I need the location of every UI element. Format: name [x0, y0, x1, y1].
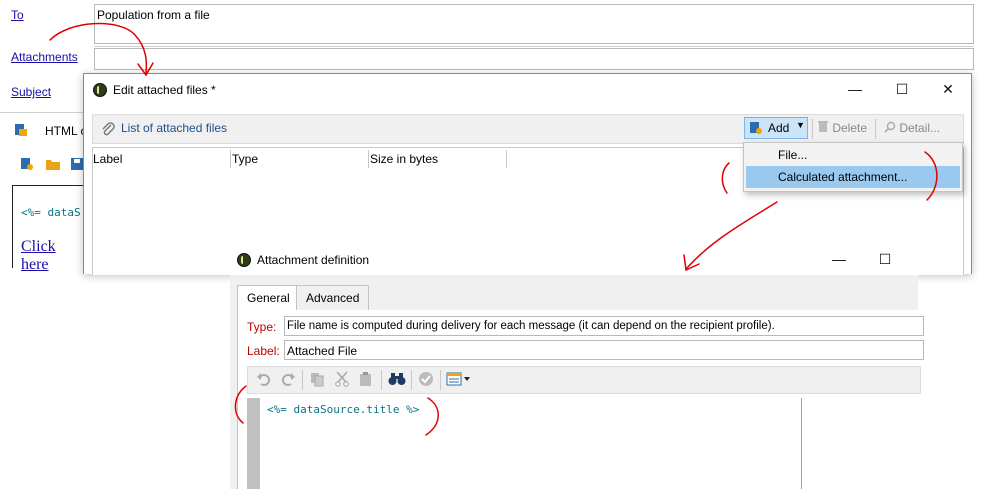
add-label: Add: [768, 121, 790, 135]
tab-strip: General Advanced: [237, 285, 918, 311]
add-icon: [749, 121, 763, 138]
code-snippet: <%= dataS: [21, 206, 81, 219]
separator: [875, 119, 876, 139]
attachments-field[interactable]: [94, 48, 974, 70]
detail-button[interactable]: Detail...: [880, 117, 944, 139]
add-button[interactable]: Add ▼: [744, 117, 808, 139]
delete-label: Delete: [832, 121, 868, 135]
insert-field-icon[interactable]: [446, 372, 472, 389]
label-value: Attached File: [287, 344, 358, 358]
to-link[interactable]: To: [11, 8, 24, 22]
editor-gutter: [247, 398, 260, 489]
save-icon[interactable]: [70, 157, 84, 174]
paperclip-icon: [101, 121, 115, 140]
binoculars-icon[interactable]: [388, 372, 406, 389]
maximize-icon[interactable]: ☐: [862, 244, 908, 274]
column-header-type[interactable]: Type: [232, 148, 258, 170]
general-panel: Type: File name is computed during deliv…: [237, 310, 924, 489]
maximize-icon[interactable]: ☐: [879, 74, 925, 104]
minimize-icon[interactable]: —: [832, 74, 878, 104]
type-field[interactable]: File name is computed during delivery fo…: [284, 316, 924, 336]
attachments-link[interactable]: Attachments: [11, 50, 78, 64]
open-folder-icon[interactable]: [45, 157, 61, 174]
html-content-tab[interactable]: HTML c: [45, 124, 87, 138]
separator: [0, 112, 90, 113]
separator: [411, 370, 412, 390]
cut-icon[interactable]: [334, 371, 350, 390]
type-value: File name is computed during delivery fo…: [287, 320, 775, 332]
delete-button[interactable]: Delete: [813, 117, 871, 139]
list-of-attached-files-label: List of attached files: [121, 121, 228, 135]
html-editor[interactable]: <%= dataS Click here: [12, 185, 85, 273]
to-field[interactable]: Population from a file: [94, 4, 974, 44]
code-editor[interactable]: <%= dataSource.title %>: [247, 398, 802, 489]
separator: [368, 150, 369, 168]
separator: [230, 150, 231, 168]
title-bar: Attachment definition — ☐: [230, 244, 918, 274]
magnifier-icon: [884, 118, 896, 140]
chevron-down-icon[interactable]: ▼: [796, 120, 805, 130]
subject-link[interactable]: Subject: [11, 85, 51, 99]
separator: [302, 370, 303, 390]
minimize-icon[interactable]: —: [816, 244, 862, 274]
type-label: Type:: [247, 320, 277, 334]
click-here-link[interactable]: Click here: [21, 238, 85, 274]
code-text: <%= dataSource.title %>: [267, 403, 420, 416]
label-label: Label:: [247, 344, 280, 358]
html-content-icon: [14, 123, 28, 137]
new-icon[interactable]: [20, 157, 34, 174]
redo-icon[interactable]: [280, 371, 296, 390]
label-field[interactable]: Attached File: [284, 340, 924, 360]
detail-label: Detail...: [899, 121, 941, 135]
title-bar: Edit attached files * — ☐ ✕: [84, 74, 971, 104]
check-icon[interactable]: [418, 371, 434, 390]
close-icon[interactable]: ✕: [925, 74, 971, 104]
window-body: General Advanced Type: File name is comp…: [230, 275, 924, 489]
menu-item-file[interactable]: File...: [746, 144, 960, 166]
app-icon: [237, 253, 251, 267]
undo-icon[interactable]: [256, 371, 272, 390]
window-title: Attachment definition: [257, 253, 370, 267]
window-title: Edit attached files *: [113, 83, 216, 97]
attachments-toolbar: List of attached files Add ▼ Delete Deta…: [92, 114, 964, 144]
editor-toolbar: [247, 366, 921, 394]
menu-item-calculated-attachment[interactable]: Calculated attachment...: [746, 166, 960, 188]
to-value: Population from a file: [97, 8, 210, 22]
attachment-definition-window: Attachment definition — ☐ General Advanc…: [230, 244, 924, 489]
app-icon: [93, 83, 107, 97]
column-header-label[interactable]: Label: [93, 148, 122, 170]
tab-advanced[interactable]: Advanced: [296, 285, 370, 310]
copy-icon[interactable]: [309, 371, 325, 390]
add-dropdown-menu: File... Calculated attachment...: [743, 142, 963, 192]
tab-general[interactable]: General: [237, 285, 300, 311]
separator: [440, 370, 441, 390]
separator: [506, 150, 507, 168]
trash-icon: [817, 118, 829, 140]
paste-icon[interactable]: [358, 371, 374, 390]
separator: [94, 46, 974, 47]
separator: [381, 370, 382, 390]
column-header-size[interactable]: Size in bytes: [370, 148, 438, 170]
